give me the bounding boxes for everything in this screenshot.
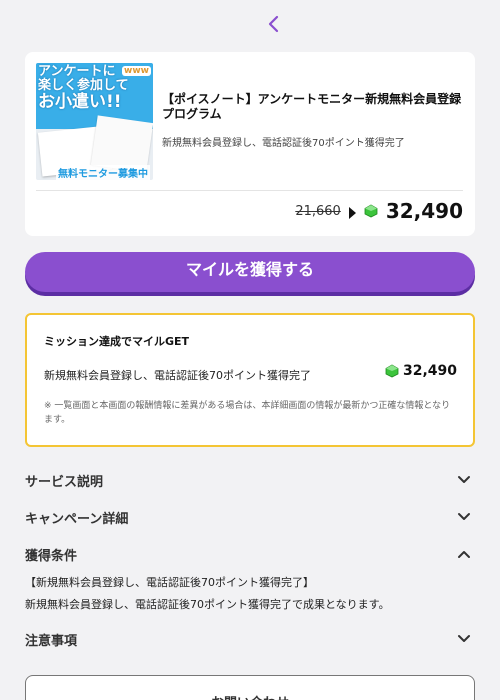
accordion-campaign-details[interactable]: キャンペーン詳細 — [25, 506, 475, 528]
accordion-label: 獲得条件 — [25, 549, 78, 564]
chevron-down-icon — [458, 476, 470, 483]
offer-card: www アンケートに 楽しく参加して お小遣い!! 無料モニター募集中 【ポイスノ… — [25, 52, 475, 236]
gem-icon — [364, 204, 378, 218]
chevron-left-icon — [268, 15, 279, 33]
accordion-notes[interactable]: 注意事項 — [25, 628, 475, 650]
conditions-text: 新規無料会員登録し、電話認証後70ポイント獲得完了で成果となります。 — [25, 598, 390, 611]
mission-box: ミッション達成でマイルGET 新規無料会員登録し、電話認証後70ポイント獲得完了… — [25, 313, 475, 447]
accordion-label: サービス説明 — [25, 475, 104, 490]
mission-points-value: 32,490 — [402, 363, 457, 379]
mission-condition: 新規無料会員登録し、電話認証後70ポイント獲得完了 — [44, 369, 311, 382]
arrow-right-icon — [348, 206, 356, 219]
top-bar — [0, 0, 500, 48]
contact-button[interactable]: お問い合わせ — [25, 675, 475, 700]
back-button[interactable] — [262, 12, 286, 36]
divider — [36, 190, 463, 191]
banner-text-line1: アンケートに 楽しく参加して — [38, 64, 129, 93]
mission-points: 32,490 — [385, 363, 457, 379]
chevron-down-icon — [458, 513, 470, 520]
banner-text-line3: お小遣い!! — [38, 92, 122, 112]
offer-title: 【ポイスノート】アンケートモニター新規無料会員登録プログラム — [162, 92, 462, 121]
chevron-down-icon — [458, 635, 470, 642]
chevron-up-icon — [458, 551, 470, 558]
banner-tagline: 無料モニター募集中 — [56, 165, 150, 180]
accordion-label: 注意事項 — [25, 634, 78, 649]
accordion-conditions[interactable]: 獲得条件 — [25, 543, 475, 565]
offer-banner-image: www アンケートに 楽しく参加して お小遣い!! 無料モニター募集中 — [36, 63, 153, 180]
accordion-label: キャンペーン詳細 — [25, 512, 129, 527]
new-price: 32,490 — [385, 199, 463, 223]
offer-description: 新規無料会員登録し、電話認証後70ポイント獲得完了 — [162, 138, 405, 149]
get-miles-button[interactable]: マイルを獲得する — [25, 252, 475, 292]
conditions-heading: 【新規無料会員登録し、電話認証後70ポイント獲得完了】 — [25, 576, 314, 589]
mission-note: ※ 一覧画面と本画面の報酬情報に差異がある場合は、本詳細画面の情報が最新かつ正確… — [44, 401, 451, 425]
gem-icon — [385, 364, 399, 378]
price-row: 21,660 32,490 — [295, 198, 463, 224]
old-price: 21,660 — [295, 203, 341, 219]
accordion-service-description[interactable]: サービス説明 — [25, 469, 475, 491]
mission-heading: ミッション達成でマイルGET — [44, 335, 190, 348]
